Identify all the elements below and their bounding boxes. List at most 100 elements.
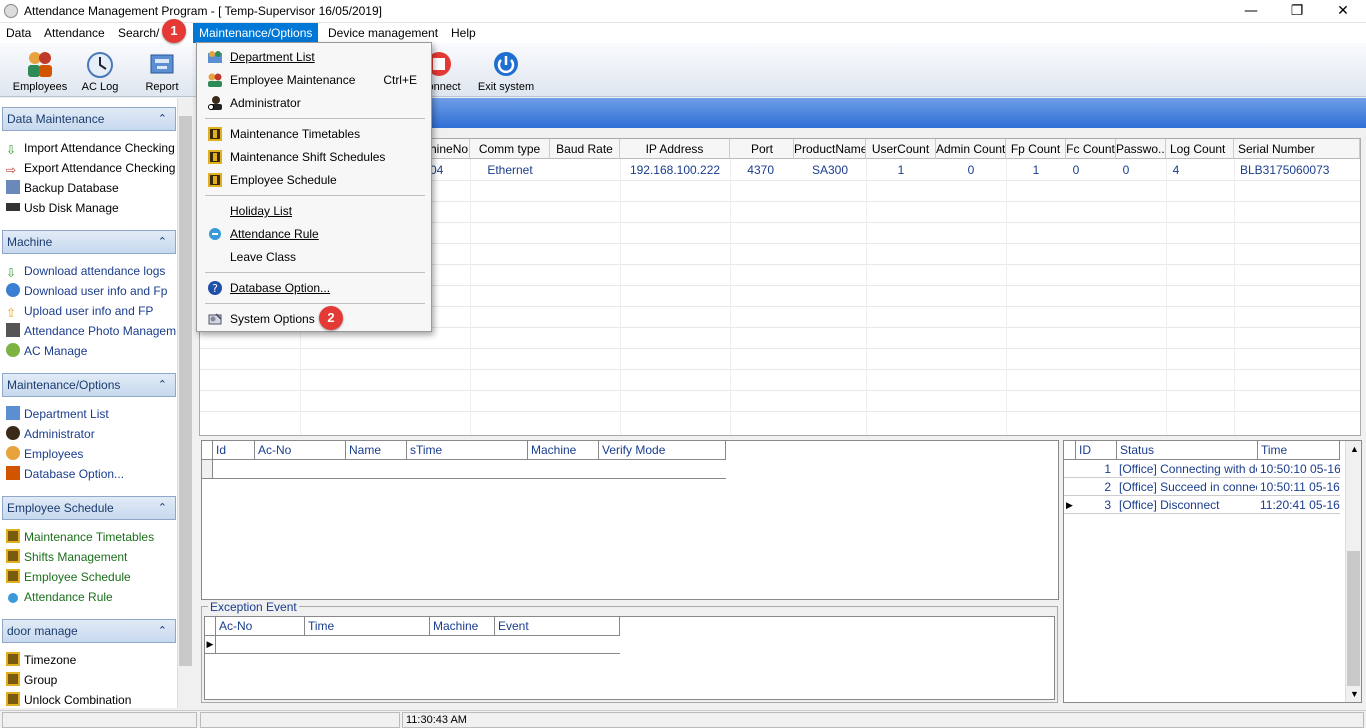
column-header[interactable]: Time: [1258, 441, 1340, 460]
column-header[interactable]: IP Address: [620, 139, 730, 159]
chevron-up-icon[interactable]: ⌃: [158, 620, 167, 642]
sidebar-item-upload-user[interactable]: ⇧ Upload user info and FP: [6, 301, 153, 321]
sidebar-item-administrator[interactable]: Administrator: [6, 424, 95, 444]
sidebar-item-attendance-rule[interactable]: Attendance Rule: [6, 587, 113, 607]
status-scrollbar[interactable]: ▲ ▼: [1345, 441, 1361, 702]
group-door-manage[interactable]: door manage ⌃: [2, 619, 176, 643]
table-row[interactable]: ▶ 3 [Office] Disconnect 11:20:41 05-16: [1064, 496, 1340, 514]
table-cell[interactable]: SA300: [794, 160, 866, 180]
table-row[interactable]: ▶: [205, 636, 620, 654]
maximize-button[interactable]: ❐: [1274, 0, 1320, 22]
column-header[interactable]: Ac-No: [216, 617, 305, 636]
column-header[interactable]: Event: [495, 617, 620, 636]
column-header[interactable]: Time: [305, 617, 430, 636]
sidebar-item-database-option[interactable]: Database Option...: [6, 464, 124, 484]
table-row[interactable]: [202, 460, 726, 479]
sidebar-item-department-list[interactable]: Department List: [6, 404, 109, 424]
scroll-down-icon[interactable]: ▼: [1350, 689, 1359, 699]
table-row[interactable]: 2 [Office] Succeed in connecting 10:50:1…: [1064, 478, 1340, 496]
table-cell[interactable]: 0: [1116, 160, 1136, 180]
sidebar-item-download-user[interactable]: Download user info and Fp: [6, 281, 167, 301]
table-cell[interactable]: 0: [1066, 160, 1086, 180]
employees-toolbar-button[interactable]: Employees: [10, 45, 70, 95]
column-header[interactable]: Baud Rate: [550, 139, 620, 159]
minimize-button[interactable]: —: [1228, 0, 1274, 22]
chevron-up-icon[interactable]: ⌃: [158, 497, 167, 519]
column-header[interactable]: Ac-No: [255, 441, 346, 460]
exit-system-toolbar-button[interactable]: Exit system: [476, 45, 536, 95]
column-header[interactable]: Log Count: [1166, 139, 1234, 159]
menu-item-system-options[interactable]: System Options: [199, 308, 429, 330]
column-header[interactable]: sTime: [407, 441, 528, 460]
close-button[interactable]: ✕: [1320, 0, 1366, 22]
ac-log-toolbar-button[interactable]: AC Log: [76, 45, 124, 95]
sidebar-item-import[interactable]: ⇩ Import Attendance Checking ...: [6, 138, 188, 158]
column-header[interactable]: Comm type: [470, 139, 550, 159]
chevron-up-icon[interactable]: ⌃: [158, 108, 167, 130]
menu-item-employee-maintenance[interactable]: Employee Maintenance Ctrl+E: [199, 69, 429, 91]
column-header[interactable]: Admin Count: [936, 139, 1006, 159]
column-header[interactable]: Passwo...: [1116, 139, 1166, 159]
table-cell[interactable]: Ethernet: [470, 160, 550, 180]
sidebar-item-shifts[interactable]: Shifts Management: [6, 547, 127, 567]
column-header[interactable]: Fc Count: [1066, 139, 1116, 159]
menu-help[interactable]: Help: [445, 23, 482, 43]
table-cell[interactable]: 192.168.100.222: [620, 160, 730, 180]
group-machine[interactable]: Machine ⌃: [2, 230, 176, 254]
chevron-up-icon[interactable]: ⌃: [158, 374, 167, 396]
column-header[interactable]: Status: [1117, 441, 1258, 460]
sidebar-item-timezone[interactable]: Timezone: [6, 650, 76, 670]
sidebar-item-employees[interactable]: Employees: [6, 444, 83, 464]
sidebar-scrollbar[interactable]: [177, 98, 192, 708]
menu-item-maintenance-shift-schedules[interactable]: Maintenance Shift Schedules: [199, 146, 429, 168]
scrollbar-thumb[interactable]: [179, 116, 192, 666]
table-cell[interactable]: 0: [936, 160, 1006, 180]
report-toolbar-button[interactable]: Report: [138, 45, 186, 95]
table-row[interactable]: 1 [Office] Connecting with device 10:50:…: [1064, 460, 1340, 478]
sidebar-item-employee-schedule[interactable]: Employee Schedule: [6, 567, 131, 587]
column-header[interactable]: ProductName: [794, 139, 866, 159]
scrollbar-thumb[interactable]: [1347, 551, 1360, 686]
group-maintenance-options[interactable]: Maintenance/Options ⌃: [2, 373, 176, 397]
group-employee-schedule[interactable]: Employee Schedule ⌃: [2, 496, 176, 520]
menu-item-database-option[interactable]: ? Database Option...: [199, 277, 429, 299]
column-header[interactable]: Fp Count: [1006, 139, 1066, 159]
menu-search-print[interactable]: Search/Print: [112, 23, 160, 43]
column-header[interactable]: Machine: [528, 441, 599, 460]
column-header[interactable]: Port: [730, 139, 794, 159]
menu-item-attendance-rule[interactable]: Attendance Rule: [199, 223, 429, 245]
sidebar-item-group[interactable]: Group: [6, 670, 57, 690]
column-header[interactable]: Machine: [430, 617, 495, 636]
column-header[interactable]: Id: [213, 441, 255, 460]
sidebar-item-unlock-combination[interactable]: Unlock Combination: [6, 690, 131, 710]
sidebar-item-timetables[interactable]: Maintenance Timetables: [6, 527, 154, 547]
table-cell[interactable]: 1: [866, 160, 936, 180]
sidebar-item-photo[interactable]: Attendance Photo Managem...: [6, 321, 186, 341]
menu-attendance[interactable]: Attendance: [38, 23, 111, 43]
chevron-up-icon[interactable]: ⌃: [158, 231, 167, 253]
menu-item-maintenance-timetables[interactable]: Maintenance Timetables: [199, 123, 429, 145]
scroll-up-icon[interactable]: ▲: [1350, 444, 1359, 454]
menu-item-holiday-list[interactable]: Holiday List: [199, 200, 429, 222]
sidebar-item-ac-manage[interactable]: AC Manage: [6, 341, 87, 361]
menu-device-management[interactable]: Device management: [322, 23, 444, 43]
menu-item-employee-schedule[interactable]: Employee Schedule: [199, 169, 429, 191]
sidebar-item-usb[interactable]: Usb Disk Manage: [6, 198, 119, 218]
table-cell[interactable]: 4370: [730, 160, 794, 180]
table-cell[interactable]: BLB3175060073: [1234, 160, 1354, 180]
sidebar-item-backup[interactable]: Backup Database: [6, 178, 119, 198]
column-header[interactable]: ID: [1076, 441, 1117, 460]
column-header[interactable]: UserCount: [866, 139, 936, 159]
sidebar-item-download-logs[interactable]: ⇩ Download attendance logs: [6, 261, 165, 281]
column-header[interactable]: Serial Number: [1234, 139, 1360, 159]
table-cell[interactable]: [550, 160, 620, 180]
menu-item-department-list[interactable]: Department List: [199, 46, 429, 68]
group-data-maintenance[interactable]: Data Maintenance ⌃: [2, 107, 176, 131]
table-cell[interactable]: 1: [1006, 160, 1066, 180]
column-header[interactable]: Name: [346, 441, 407, 460]
sidebar-item-export[interactable]: ⇨ Export Attendance Checking ...: [6, 158, 189, 178]
menu-maintenance-options[interactable]: Maintenance/Options: [193, 23, 319, 43]
menu-item-administrator[interactable]: Administrator: [199, 92, 429, 114]
menu-item-leave-class[interactable]: Leave Class: [199, 246, 429, 268]
table-cell[interactable]: 4: [1166, 160, 1186, 180]
